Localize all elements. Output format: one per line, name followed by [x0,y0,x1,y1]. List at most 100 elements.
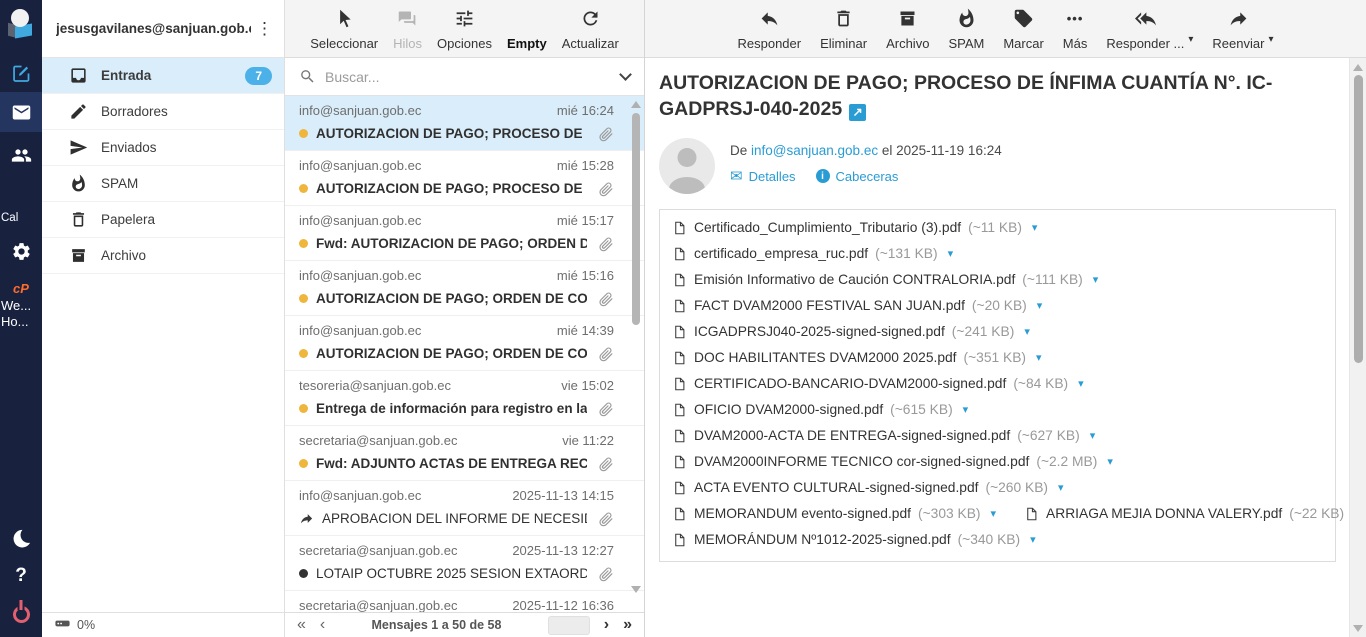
refresh-button[interactable]: Actualizar [562,8,619,51]
webmail-home-link[interactable]: We... Ho... [0,298,42,330]
contacts-nav-button[interactable] [0,136,42,174]
attachment-item[interactable]: DVAM2000-ACTA DE ENTREGA-signed-signed.p… [672,423,1095,449]
reply-button[interactable]: Responder [738,8,802,51]
select-button[interactable]: Seleccionar [310,8,378,51]
reader-scrollbar[interactable] [1349,58,1366,637]
threads-button[interactable]: Hilos [393,8,422,51]
last-page-button[interactable]: » [623,617,632,633]
help-button[interactable]: ? [0,557,42,595]
attachment-name: Certificado_Cumplimiento_Tributario (3).… [694,220,961,235]
more-label: Más [1063,36,1088,51]
attachment-item[interactable]: ARRIAGA MEJIA DONNA VALERY.pdf(~22 KB)▾ [1024,501,1349,527]
account-menu-kebab-icon[interactable]: ⋮ [251,19,278,39]
attachment-item[interactable]: DOC HABILITANTES DVAM2000 2025.pdf(~351 … [672,345,1042,371]
from-email-link[interactable]: info@sanjuan.gob.ec [751,143,878,158]
attachment-item[interactable]: OFICIO DVAM2000-signed.pdf(~615 KB)▾ [672,397,968,423]
unread-dot-icon [299,239,308,248]
cpanel-logo[interactable]: cP [0,278,42,298]
messagelist-scrollbar-thumb[interactable] [632,113,640,325]
attachment-item[interactable]: Certificado_Cumplimiento_Tributario (3).… [672,215,1037,241]
reader-scrollbar-thumb[interactable] [1354,75,1363,363]
compose-button[interactable] [0,54,42,92]
attachment-menu-caret-icon[interactable]: ▾ [1036,351,1042,364]
search-expand-chevron-icon[interactable] [619,68,632,81]
folder-item-papelera[interactable]: Papelera [42,202,284,238]
message-subject-line: Entrega de información para registro en … [299,400,614,417]
attachment-item[interactable]: ICGADPRSJ040-2025-signed-signed.pdf(~241… [672,319,1030,345]
attachment-menu-caret-icon[interactable]: ▾ [1078,377,1084,390]
archive-button[interactable]: Archivo [886,8,929,51]
empty-button[interactable]: Empty [507,8,547,51]
forward-caret-icon[interactable]: ▾ [1268,28,1273,51]
first-page-button[interactable]: « [297,617,306,633]
webmail-app: Cal cP We... Ho... ? jesusgavilanes@sanj… [0,0,1366,637]
mark-button[interactable]: Marcar [1003,8,1043,51]
details-link[interactable]: ✉ Detalles [730,169,796,184]
dark-mode-toggle[interactable] [0,519,42,557]
message-row[interactable]: info@sanjuan.gob.ecmié 14:39AUTORIZACION… [285,316,644,371]
folder-item-enviados[interactable]: Enviados [42,130,284,166]
attachment-menu-caret-icon[interactable]: ▾ [1032,221,1038,234]
page-number-input[interactable] [548,616,590,635]
settings-button[interactable] [0,232,42,270]
scroll-down-arrow-icon[interactable] [631,586,641,593]
message-row[interactable]: info@sanjuan.gob.ecmié 15:28AUTORIZACION… [285,151,644,206]
attachment-item[interactable]: MEMORÁNDUM Nº1012-2025-signed.pdf(~340 K… [672,527,1036,553]
date-label: el [882,143,893,158]
message-row[interactable]: secretaria@sanjuan.gob.ec2025-11-12 16:3… [285,591,644,612]
folder-item-archivo[interactable]: Archivo [42,238,284,274]
message-subject: AUTORIZACION DE PAGO; ORDEN DE COM… [316,346,587,361]
attachment-menu-caret-icon[interactable]: ▾ [963,403,969,416]
message-row[interactable]: info@sanjuan.gob.ecmié 15:17Fwd: AUTORIZ… [285,206,644,261]
attachment-menu-caret-icon[interactable]: ▾ [991,507,997,520]
message-sender-line: info@sanjuan.gob.ecmié 16:24 [299,103,614,118]
reply-all-button[interactable]: Responder ... [1106,8,1184,51]
reply-all-caret-icon[interactable]: ▾ [1188,28,1193,51]
mail-nav-button[interactable] [0,92,42,132]
spam-button[interactable]: SPAM [948,8,984,51]
attachment-menu-caret-icon[interactable]: ▾ [1024,325,1030,338]
message-row[interactable]: secretaria@sanjuan.gob.ec2025-11-13 12:2… [285,536,644,591]
attachment-item[interactable]: Emisión Informativo de Caución CONTRALOR… [672,267,1098,293]
message-row[interactable]: info@sanjuan.gob.ec2025-11-13 14:15APROB… [285,481,644,536]
scroll-down-arrow-icon[interactable] [1353,625,1363,632]
webmail-logo[interactable] [0,2,42,46]
attachment-menu-caret-icon[interactable]: ▾ [948,247,954,260]
message-row[interactable]: tesoreria@sanjuan.gob.ecvie 15:02Entrega… [285,371,644,426]
attachment-item[interactable]: FACT DVAM2000 FESTIVAL SAN JUAN.pdf(~20 … [672,293,1042,319]
forward-button[interactable]: Reenviar [1212,8,1264,51]
search-input[interactable] [325,69,612,85]
prev-page-button[interactable]: ‹ [320,617,325,633]
message-row[interactable]: info@sanjuan.gob.ecmié 15:16AUTORIZACION… [285,261,644,316]
delete-button[interactable]: Eliminar [820,8,867,51]
headers-link[interactable]: i Cabeceras [816,169,899,184]
scroll-up-arrow-icon[interactable] [631,101,641,108]
attachment-item[interactable]: ACTA EVENTO CULTURAL-signed-signed.pdf(~… [672,475,1064,501]
calendar-link[interactable]: Cal [0,212,42,226]
attachment-menu-caret-icon[interactable]: ▾ [1037,299,1043,312]
attachment-item[interactable]: certificado_empresa_ruc.pdf(~131 KB)▾ [672,241,953,267]
attachment-size: (~260 KB) [985,480,1048,495]
attachment-menu-caret-icon[interactable]: ▾ [1093,273,1099,286]
attachment-row: ICGADPRSJ040-2025-signed-signed.pdf(~241… [672,319,1323,345]
folder-item-spam[interactable]: SPAM [42,166,284,202]
attachment-menu-caret-icon[interactable]: ▾ [1058,481,1064,494]
scroll-up-arrow-icon[interactable] [1353,64,1363,71]
attachment-item[interactable]: MEMORANDUM evento-signed.pdf(~303 KB)▾ [672,501,996,527]
folder-item-entrada[interactable]: Entrada7 [42,58,284,94]
message-row[interactable]: secretaria@sanjuan.gob.ecvie 11:22Fwd: A… [285,426,644,481]
attachment-item[interactable]: DVAM2000INFORME TECNICO cor-signed-signe… [672,449,1113,475]
options-button[interactable]: Opciones [437,8,492,51]
attachment-menu-caret-icon[interactable]: ▾ [1107,455,1113,468]
next-page-button[interactable]: › [604,617,609,633]
unread-dot-icon [299,129,308,138]
logout-button[interactable] [0,595,42,633]
attachment-item[interactable]: CERTIFICADO-BANCARIO-DVAM2000-signed.pdf… [672,371,1084,397]
message-row[interactable]: info@sanjuan.gob.ecmié 16:24AUTORIZACION… [285,96,644,151]
attachment-menu-caret-icon[interactable]: ▾ [1090,429,1096,442]
folder-item-borradores[interactable]: Borradores [42,94,284,130]
more-button[interactable]: ••• Más [1063,8,1088,51]
attachment-menu-caret-icon[interactable]: ▾ [1030,533,1036,546]
messagelist-scrollbar[interactable] [630,99,642,609]
open-in-new-icon[interactable]: ↗ [849,104,866,121]
